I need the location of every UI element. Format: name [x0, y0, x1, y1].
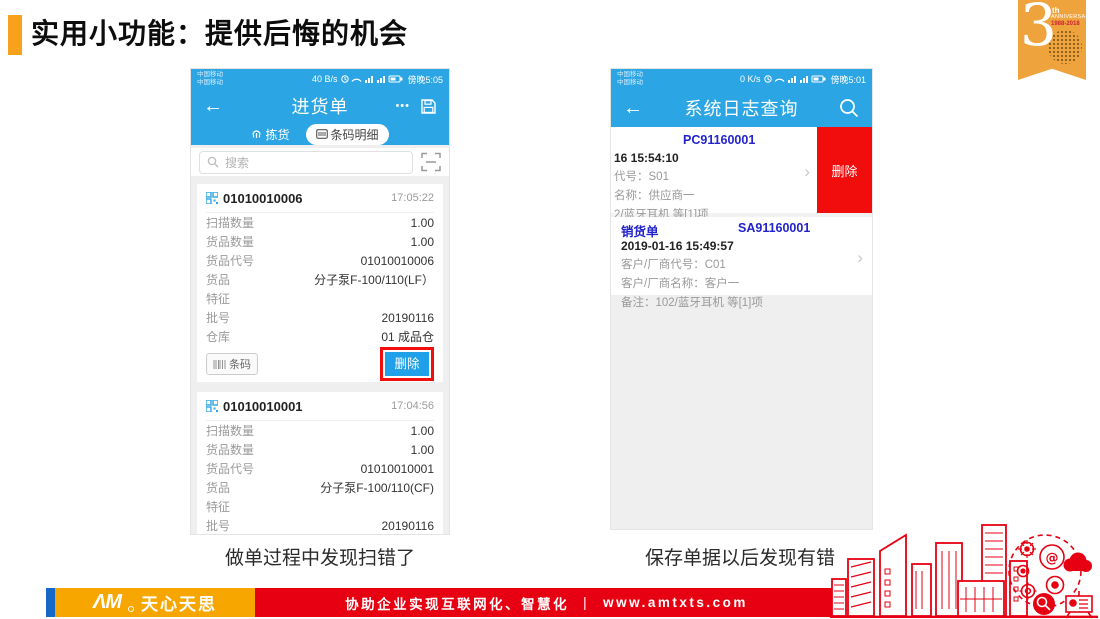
- more-menu-button[interactable]: •••: [395, 100, 410, 112]
- barcode-detail-icon: [316, 129, 328, 139]
- field-row: 特征: [206, 497, 434, 516]
- delete-highlight-box: 删除: [380, 347, 434, 381]
- footer-divider: |: [583, 595, 589, 610]
- field-row: 货品代号01010010006: [206, 251, 434, 270]
- footer-slogan-bar: 协助企业实现互联网化、智慧化 | www.amtxts.com: [255, 588, 838, 617]
- item-code: 01010010001: [223, 399, 303, 414]
- footer-website: www.amtxts.com: [603, 595, 748, 610]
- brand-name: 天心天思: [141, 590, 217, 615]
- field-row: 货品代号01010010001: [206, 459, 434, 478]
- field-row: 货品分子泵F-100/110(CF): [206, 478, 434, 497]
- log-datetime: 2019-01-16 15:49:57: [621, 239, 872, 253]
- net-speed: 0 K/s: [740, 74, 761, 84]
- doc-type: 销货单: [621, 225, 659, 239]
- field-row: 货品数量1.00: [206, 440, 434, 459]
- field-row: 货品数量1.00: [206, 232, 434, 251]
- status-bar: 中国移动 中国移动 0 K/s 傍晚5:01: [611, 69, 872, 89]
- item-code: 01010010006: [223, 191, 303, 206]
- picking-icon: [251, 129, 262, 140]
- chevron-right-icon: ›: [857, 249, 863, 266]
- status-icons: [340, 73, 404, 85]
- search-button[interactable]: [838, 97, 860, 119]
- doc-number: SA91160001: [738, 221, 810, 235]
- log-line: 备注：102/蓝牙耳机 等[1]项: [621, 294, 872, 310]
- logo-mark-dot: [128, 606, 134, 612]
- appbar-title: 系统日志查询: [611, 95, 872, 121]
- badge-years: 1988-2018: [1051, 21, 1080, 27]
- field-row: 批号20190116: [206, 516, 434, 535]
- clock-time: 傍晚5:05: [407, 73, 443, 86]
- log-line: 客户/厂商代号：C01: [621, 256, 872, 272]
- field-row: 扫描数量1.00: [206, 421, 434, 440]
- search-input[interactable]: 搜索: [199, 151, 413, 174]
- search-placeholder: 搜索: [225, 154, 249, 171]
- barcode-item-card: 01010010006 17:05:22 扫描数量1.00 货品数量1.00 货…: [197, 184, 443, 382]
- page-title: 实用小功能：提供后悔的机会: [31, 12, 408, 52]
- item-header: 01010010001 17:04:56: [206, 392, 434, 421]
- caption-left: 做单过程中发现扫错了: [170, 543, 470, 570]
- clock-time: 傍晚5:01: [830, 73, 866, 86]
- footer-logo-block: ΛM 天心天思: [55, 588, 255, 617]
- field-row: 货品分子泵F-100/110(LF）: [206, 270, 434, 289]
- scan-icon[interactable]: [421, 152, 441, 172]
- barcode-button[interactable]: 条码: [206, 353, 258, 375]
- swipe-delete-button[interactable]: 删除: [817, 127, 872, 213]
- empty-list-area: [611, 295, 872, 529]
- item-time: 17:04:56: [391, 400, 434, 412]
- log-item[interactable]: PC91160001 16 15:54:10 代号：S01 名称：供应商一 2/…: [611, 127, 872, 213]
- item-actions: 条码 删除: [206, 346, 434, 382]
- status-icons: [763, 73, 827, 85]
- qr-code-icon: [206, 192, 218, 204]
- item-header: 01010010006 17:05:22: [206, 184, 434, 213]
- back-button[interactable]: ←: [623, 98, 643, 118]
- footer-slogan: 协助企业实现互联网化、智慧化: [345, 593, 569, 613]
- app-bar: ← 进货单 •••: [191, 89, 449, 123]
- delete-button[interactable]: 删除: [385, 352, 429, 376]
- carrier-labels: 中国移动 中国移动: [617, 71, 643, 88]
- city-skyline-illustration: @: [830, 519, 1100, 619]
- barcode-icon: [213, 360, 226, 369]
- badge-word: ANNIVERSARY: [1051, 14, 1086, 20]
- app-bar: ← 系统日志查询: [611, 89, 872, 127]
- log-line: 客户/厂商名称：客户一: [621, 275, 872, 291]
- field-row: 特征: [206, 289, 434, 308]
- barcode-item-card: 01010010001 17:04:56 扫描数量1.00 货品数量1.00 货…: [197, 392, 443, 535]
- status-bar: 中国移动 中国移动 40 B/s 傍晚5:05: [191, 69, 449, 89]
- carrier-labels: 中国移动 中国移动: [197, 71, 223, 88]
- tab-picking[interactable]: 拣货: [251, 126, 289, 143]
- save-icon[interactable]: [420, 98, 437, 115]
- right-phone-screenshot: 中国移动 中国移动 0 K/s 傍晚5:01 ← 系: [610, 68, 873, 530]
- doc-number: PC91160001: [683, 133, 755, 147]
- left-phone-screenshot: 中国移动 中国移动 40 B/s 傍晚5:05 ←: [190, 68, 450, 535]
- company-logo: ΛM: [93, 591, 121, 614]
- field-row: 批号20190116: [206, 308, 434, 327]
- anniversary-badge: 3 th ANNIVERSARY 1988-2018: [1018, 0, 1086, 80]
- svg-text:@: @: [1046, 551, 1059, 566]
- tab-barcode-detail[interactable]: 条码明细: [306, 124, 389, 145]
- field-row: 扫描数量1.00: [206, 213, 434, 232]
- title-accent-bar: [8, 15, 22, 55]
- chevron-right-icon: ›: [804, 163, 810, 180]
- footer-blue-strip: [46, 588, 55, 617]
- net-speed: 40 B/s: [312, 74, 338, 84]
- qr-code-icon: [206, 400, 218, 412]
- tab-bar: 拣货 条码明细: [191, 123, 449, 145]
- slide: 实用小功能：提供后悔的机会 3 th ANNIVERSARY 1988-2018…: [0, 0, 1100, 619]
- search-icon: [207, 156, 219, 168]
- log-item[interactable]: 销货单 SA91160001 2019-01-16 15:49:57 客户/厂商…: [611, 217, 872, 295]
- item-time: 17:05:22: [391, 192, 434, 204]
- field-row: 仓库01 成品仓: [206, 327, 434, 346]
- back-button[interactable]: ←: [203, 96, 223, 116]
- search-row: 搜索: [191, 148, 449, 176]
